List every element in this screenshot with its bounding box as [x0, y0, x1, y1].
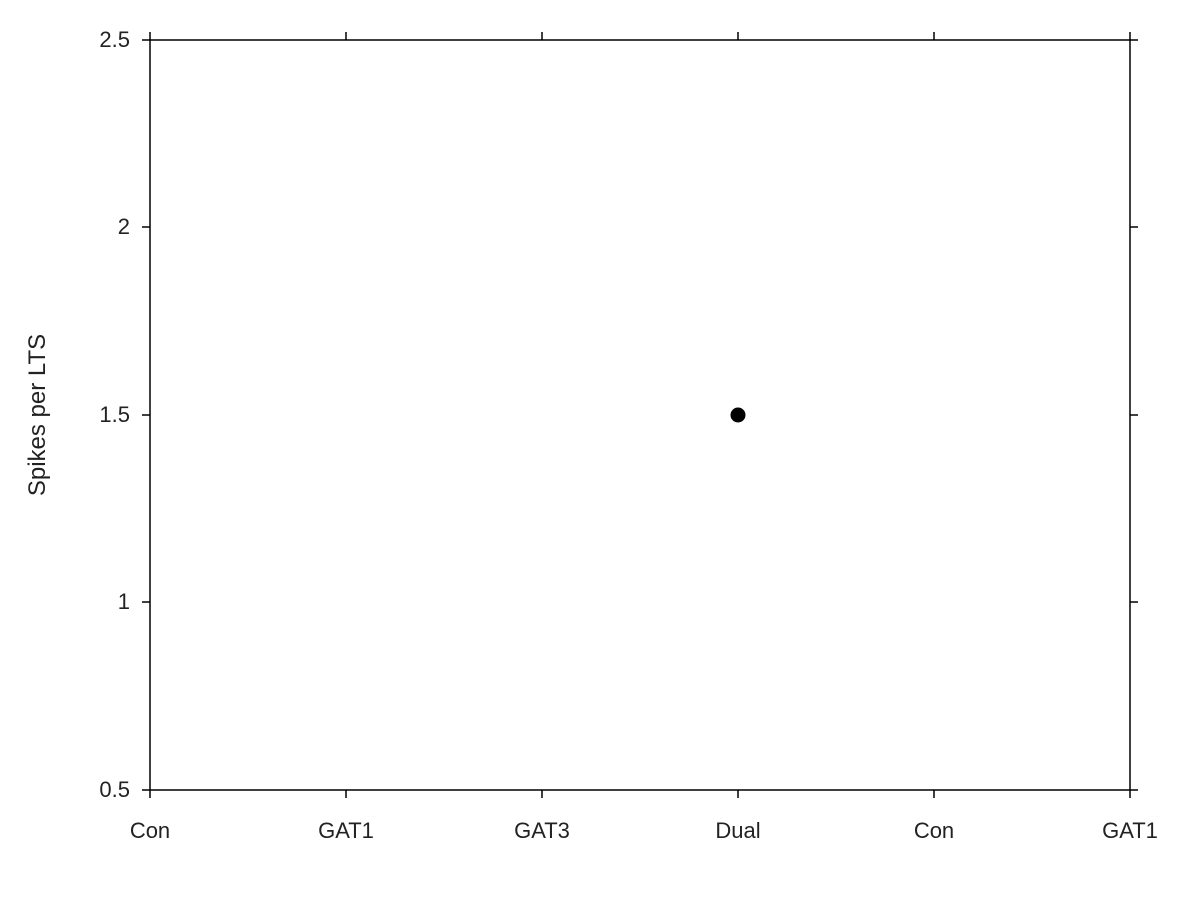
y-label-1.5: 1.5	[99, 402, 130, 427]
x-label-0: Con	[130, 818, 170, 843]
y-label-2.0: 2	[118, 214, 130, 239]
plot-area	[150, 40, 1130, 790]
data-point-0	[731, 408, 745, 422]
chart-container: 2.5 2 1.5 1 0.5 Spikes per LTS Con GAT1 …	[0, 0, 1200, 900]
x-label-1: GAT1	[318, 818, 374, 843]
y-label-0.5: 0.5	[99, 777, 130, 802]
x-label-5: GAT1	[1102, 818, 1158, 843]
y-label-2.5: 2.5	[99, 27, 130, 52]
x-label-4: Con	[914, 818, 954, 843]
y-axis-label: Spikes per LTS	[24, 334, 51, 496]
x-label-3: Dual	[715, 818, 760, 843]
y-label-1.0: 1	[118, 589, 130, 614]
scatter-plot: 2.5 2 1.5 1 0.5 Spikes per LTS Con GAT1 …	[0, 0, 1200, 900]
x-label-2: GAT3	[514, 818, 570, 843]
